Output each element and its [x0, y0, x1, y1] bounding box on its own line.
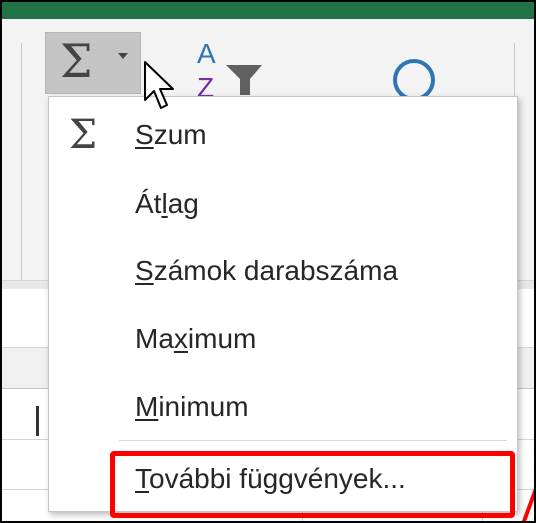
annotation-arrow-icon — [521, 484, 534, 521]
excel-window: Σ A Z Σ Szum Átlag Számok darabszáma Max… — [0, 0, 536, 523]
title-bar — [2, 2, 534, 19]
funnel-shape — [226, 65, 262, 95]
ribbon-separator — [21, 43, 22, 283]
sigma-icon: Σ — [68, 112, 98, 158]
menu-item-label: Maximum — [135, 323, 257, 354]
sort-filter-button[interactable]: A Z — [192, 37, 282, 103]
menu-item-more-functions[interactable]: További függvények... — [49, 449, 517, 509]
sort-letter-a: A — [197, 38, 216, 69]
menu-item-min[interactable]: Minimum — [49, 377, 517, 437]
caret-down-icon[interactable] — [118, 53, 128, 59]
autosum-button[interactable]: Σ — [45, 32, 141, 94]
menu-item-label: Számok darabszáma — [135, 255, 399, 286]
magnifier-icon — [393, 59, 435, 96]
sort-filter-icon: A Z — [197, 38, 262, 103]
menu-separator — [119, 440, 507, 441]
column-header-glyph — [36, 406, 39, 436]
menu-item-label: További függvények... — [135, 463, 406, 494]
menu-item-average[interactable]: Átlag — [49, 174, 517, 234]
mouse-cursor-icon — [142, 60, 182, 116]
menu-item-max[interactable]: Maximum — [49, 309, 517, 369]
autosum-dropdown-menu: Σ Szum Átlag Számok darabszáma Maximum M… — [48, 96, 518, 512]
arrow-cursor-icon — [144, 61, 174, 109]
menu-item-label: Minimum — [135, 391, 249, 422]
menu-item-count-numbers[interactable]: Számok darabszáma — [49, 241, 517, 301]
magnifier-lens — [393, 59, 435, 96]
menu-item-label: Átlag — [135, 188, 199, 219]
sigma-icon: Σ — [60, 34, 93, 88]
sort-letter-z: Z — [197, 72, 214, 97]
find-select-button[interactable] — [390, 52, 446, 96]
menu-item-sum[interactable]: Σ Szum — [49, 105, 517, 165]
